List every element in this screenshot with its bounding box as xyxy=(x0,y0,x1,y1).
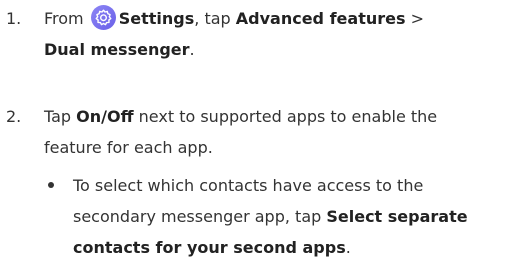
step-text: Tap On/Off next to supported apps to ena… xyxy=(44,101,524,163)
bullet-line-1: To select which contacts have access to … xyxy=(73,176,424,195)
on-off-label: On/Off xyxy=(76,107,134,126)
period-text: . xyxy=(189,40,195,59)
bullet-line-2-text: secondary messenger app, tap xyxy=(73,207,327,226)
from-text: From xyxy=(44,9,89,28)
step-text: From Settings, tap Advanced features > D… xyxy=(44,3,524,65)
instructions-document: 1. From Settings, tap Advanced features … xyxy=(0,0,527,257)
contacts-second-apps-label: contacts for your second apps xyxy=(73,238,346,257)
bullet-text: To select which contacts have access to … xyxy=(73,170,527,263)
step-2-line-2: feature for each app. xyxy=(44,138,213,157)
chevron-right-icon: > xyxy=(405,9,424,28)
tap-text: Tap xyxy=(44,107,77,126)
select-separate-label: Select separate xyxy=(326,207,468,226)
step-number: 1. xyxy=(6,9,22,28)
step-number: 2. xyxy=(6,107,22,126)
gear-icon xyxy=(90,5,116,30)
bullet-dot xyxy=(48,182,54,188)
step-2-line-1-rest: next to supported apps to enable the xyxy=(133,107,438,126)
tap-text: , tap xyxy=(194,9,236,28)
settings-label: Settings xyxy=(118,9,195,28)
period-text: . xyxy=(345,238,351,257)
dual-messenger-label: Dual messenger xyxy=(44,40,190,59)
advanced-features-label: Advanced features xyxy=(235,9,406,28)
